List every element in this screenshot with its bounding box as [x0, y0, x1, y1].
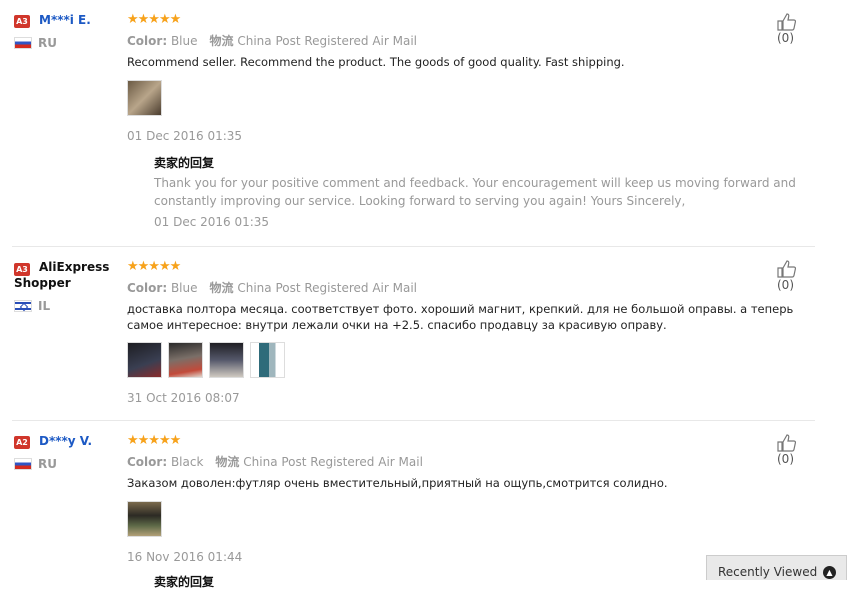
review-date: 16 Nov 2016 01:44 [127, 550, 243, 564]
review-divider [12, 246, 815, 247]
reviewer-name[interactable]: AliExpress Shopper [14, 259, 114, 291]
level-badge: A2 [14, 436, 30, 449]
review-photo-thumbnail[interactable] [127, 80, 162, 116]
review-text: Заказом доволен:футляр очень вместительн… [127, 476, 668, 490]
review-photos [127, 80, 168, 116]
order-info: Color: Blue 物流 China Post Registered Air … [127, 281, 417, 295]
seller-reply-text: Thank you for your positive comment and … [154, 176, 796, 208]
review-date: 01 Dec 2016 01:35 [127, 129, 243, 143]
seller-reply-date: 01 Dec 2016 01:35 [154, 215, 270, 229]
star-rating: ★★★★★ [127, 259, 181, 274]
review-photos [127, 342, 291, 378]
review-text: Recommend seller. Recommend the product.… [127, 55, 625, 69]
review-text: доставка полтора месяца. соответствует ф… [127, 302, 794, 332]
chevron-up-icon: ▲ [823, 566, 836, 579]
thumbs-up-icon [777, 260, 797, 278]
star-rating: ★★★★★ [127, 433, 181, 448]
review-photo-thumbnail[interactable] [127, 501, 162, 537]
order-info: Color: Black 物流 China Post Registered Air… [127, 455, 423, 469]
thumbs-up-icon [777, 13, 797, 31]
reviewer-country: RU [14, 36, 57, 50]
reviewer-name[interactable]: D***y V. [39, 432, 92, 450]
level-badge: A3 [14, 15, 30, 28]
review-photo-thumbnail[interactable] [209, 342, 244, 378]
israel-flag-icon [14, 300, 32, 312]
like-button[interactable]: (0) [777, 13, 815, 45]
russia-flag-icon [14, 37, 32, 49]
reviewer-name[interactable]: M***i E. [39, 11, 91, 29]
star-rating: ★★★★★ [127, 12, 181, 27]
like-button[interactable]: (0) [777, 434, 815, 466]
review-divider [12, 420, 815, 421]
russia-flag-icon [14, 458, 32, 470]
review-date: 31 Oct 2016 08:07 [127, 391, 240, 405]
order-info: Color: Blue 物流 China Post Registered Air … [127, 34, 417, 48]
review-photo-thumbnail[interactable] [127, 342, 162, 378]
reviewer-country: IL [14, 299, 50, 313]
review-photo-thumbnail[interactable] [168, 342, 203, 378]
review-photos [127, 501, 168, 537]
like-button[interactable]: (0) [777, 260, 815, 292]
recently-viewed-label: Recently Viewed [718, 565, 818, 579]
seller-reply-title: 卖家的回复 [154, 156, 215, 170]
review-photo-thumbnail[interactable] [250, 342, 285, 378]
seller-reply-title: 卖家的回复 [154, 575, 215, 589]
reviewer-country: RU [14, 457, 57, 471]
recently-viewed-tab[interactable]: Recently Viewed ▲ [706, 555, 847, 580]
thumbs-up-icon [777, 434, 797, 452]
